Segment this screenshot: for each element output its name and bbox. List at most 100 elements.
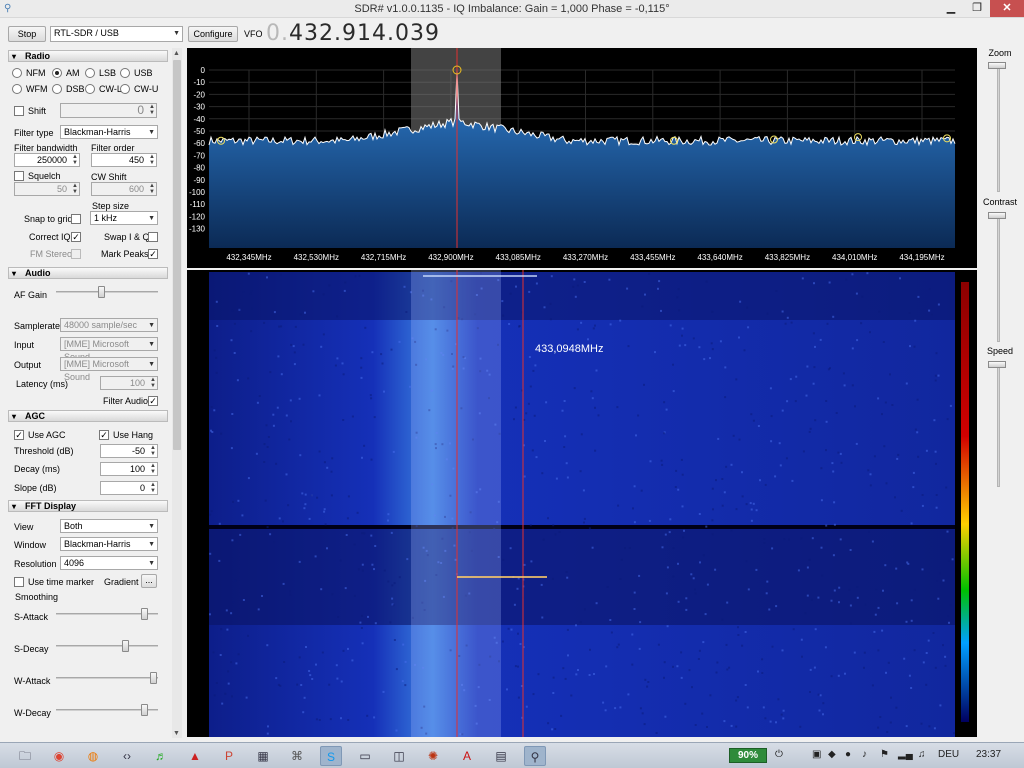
minimize-button[interactable]: ▁ (938, 0, 964, 17)
fft-section-header[interactable]: ▾ FFT Display (8, 500, 168, 512)
filter-audio-checkbox[interactable]: ✓ (148, 396, 158, 406)
output-device-select[interactable]: [MME] Microsoft Sound ▼ (60, 357, 158, 382)
tray-app-icon[interactable]: ♪ (862, 749, 867, 760)
use-hang-checkbox[interactable]: ✓ (99, 430, 109, 440)
pdf-icon[interactable]: A (456, 746, 478, 766)
w-decay-slider[interactable] (56, 704, 158, 716)
s-decay-slider[interactable] (56, 640, 158, 652)
firefox-icon[interactable]: ◍ (82, 746, 104, 766)
spotify-icon[interactable]: ♬ (150, 746, 172, 766)
noise-speckle (794, 400, 797, 403)
correct-iq-checkbox[interactable]: ✓ (71, 232, 81, 242)
slope-input[interactable]: 0 ▲ ▼ (100, 481, 158, 495)
volume-icon[interactable]: ♫ (918, 749, 926, 760)
skype-icon[interactable]: S (320, 746, 342, 766)
slider-thumb[interactable] (98, 286, 105, 298)
mode-radio-nfm[interactable] (12, 68, 22, 78)
tray-app-icon[interactable]: ▣ (812, 749, 821, 760)
scroll-down-icon[interactable]: ▼ (173, 730, 180, 737)
burn-icon[interactable]: ✺ (422, 746, 444, 766)
gradient-button[interactable]: ... (141, 574, 157, 588)
s-attack-slider[interactable] (56, 608, 158, 620)
mode-radio-usb[interactable] (120, 68, 130, 78)
snap-to-grid-checkbox[interactable] (71, 214, 81, 224)
media-icon[interactable]: ◫ (388, 746, 410, 766)
slider-thumb[interactable] (141, 704, 148, 716)
contrast-slider[interactable] (988, 212, 1006, 219)
zoom-slider[interactable] (988, 62, 1006, 69)
step-size-select[interactable]: 1 kHz ▼ (90, 211, 158, 225)
panel-scrollbar[interactable]: ▲ ▼ (172, 48, 182, 738)
battery-indicator[interactable]: 90% (729, 748, 767, 763)
use-agc-checkbox[interactable]: ✓ (14, 430, 24, 440)
samplerate-select[interactable]: 48000 sample/sec ▼ (60, 318, 158, 332)
noise-speckle (849, 622, 852, 625)
network-icon[interactable]: ⌘ (286, 746, 308, 766)
w-attack-slider[interactable] (56, 672, 158, 684)
time-marker-checkbox[interactable] (14, 577, 24, 587)
configure-button[interactable]: Configure (188, 26, 238, 42)
radio-section-header[interactable]: ▾ Radio (8, 50, 168, 62)
vfo-frequency-display[interactable]: 0.432.914.039 (266, 21, 440, 46)
mode-label: NFM (26, 68, 46, 78)
mode-radio-dsb[interactable] (52, 84, 62, 94)
close-button[interactable]: ✕ (990, 0, 1024, 17)
maximize-button[interactable]: ❐ (964, 0, 990, 17)
noise-speckle (390, 348, 393, 351)
source-select[interactable]: RTL-SDR / USB ▼ (50, 26, 183, 42)
filter-order-input[interactable]: 450 ▲ ▼ (91, 153, 157, 167)
mode-radio-wfm[interactable] (12, 84, 22, 94)
display-icon[interactable]: ▤ (490, 746, 512, 766)
code-icon[interactable]: ‹› (116, 746, 138, 766)
shift-checkbox[interactable] (14, 106, 24, 116)
remote-icon[interactable]: ▭ (354, 746, 376, 766)
clock[interactable]: 23:37 (976, 749, 1001, 760)
mode-radio-lsb[interactable] (85, 68, 95, 78)
sdr-icon[interactable]: ⚲ (524, 746, 546, 766)
mode-radio-cw-u[interactable] (120, 84, 130, 94)
tray-app-icon[interactable]: ◆ (828, 749, 836, 760)
scroll-up-icon[interactable]: ▲ (173, 50, 180, 57)
tray-app-icon[interactable]: ● (845, 749, 851, 760)
agc-section-header[interactable]: ▾ AGC (8, 410, 168, 422)
waterfall-display[interactable]: 433,0948MHz (187, 270, 977, 737)
resolution-select[interactable]: 4096 ▼ (60, 556, 158, 570)
mode-radio-am[interactable] (52, 68, 62, 78)
fm-stereo-checkbox[interactable] (71, 249, 81, 259)
threshold-input[interactable]: -50 ▲ ▼ (100, 444, 158, 458)
slider-thumb[interactable] (122, 640, 129, 652)
input-device-select[interactable]: [MME] Microsoft Sound▼ (60, 337, 158, 362)
slider-thumb[interactable] (150, 672, 157, 684)
cw-shift-input[interactable]: 600 ▲ ▼ (91, 182, 157, 196)
shift-input[interactable]: 0 ▲ ▼ (60, 103, 157, 118)
spectrum-analyzer[interactable]: 0 -10 -20 -30 -40 -50 -60 -70 -80 -90 -100 -110 -120… (187, 48, 977, 268)
wifi-icon[interactable]: ▂▄ (898, 749, 913, 760)
view-select[interactable]: Both ▼ (60, 519, 158, 533)
window-select[interactable]: Blackman-Harris ▼ (60, 537, 158, 551)
latency-input[interactable]: 100 ▲ ▼ (100, 376, 158, 390)
powerpoint-icon[interactable]: P (218, 746, 240, 766)
calculator-icon[interactable]: ▦ (252, 746, 274, 766)
squelch-checkbox[interactable] (14, 171, 24, 181)
scrollbar-thumb[interactable] (173, 60, 181, 450)
explorer-icon[interactable]: 🗀 (14, 746, 36, 766)
audio-section-header[interactable]: ▾ Audio (8, 267, 168, 279)
squelch-input[interactable]: 50 ▲ ▼ (14, 182, 80, 196)
acrobat-icon[interactable]: ▲ (184, 746, 206, 766)
af-gain-slider[interactable] (56, 286, 158, 298)
filter-type-select[interactable]: Blackman-Harris ▼ (60, 125, 158, 139)
chrome-icon[interactable]: ◉ (48, 746, 70, 766)
mode-radio-cw-l[interactable] (85, 84, 95, 94)
speed-slider[interactable] (988, 361, 1006, 368)
noise-speckle (591, 397, 594, 400)
noise-speckle (666, 625, 669, 628)
flag-icon[interactable]: ⚑ (880, 749, 889, 760)
swap-iq-checkbox[interactable] (148, 232, 158, 242)
decay-input[interactable]: 100 ▲ ▼ (100, 462, 158, 476)
stop-button[interactable]: Stop (8, 26, 46, 42)
power-icon[interactable]: ⏻ (775, 749, 783, 760)
filter-bandwidth-input[interactable]: 250000 ▲ ▼ (14, 153, 80, 167)
language-indicator[interactable]: DEU (938, 749, 959, 760)
slider-thumb[interactable] (141, 608, 148, 620)
mark-peaks-checkbox[interactable]: ✓ (148, 249, 158, 259)
